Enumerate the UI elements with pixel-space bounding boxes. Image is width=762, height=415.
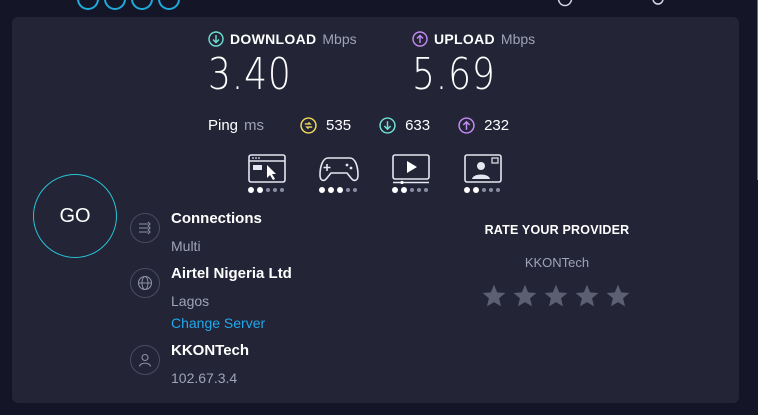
star-icon[interactable] bbox=[512, 283, 538, 309]
rating-dot bbox=[401, 187, 407, 193]
web-browsing-icon bbox=[248, 154, 286, 183]
server-location: Lagos bbox=[171, 293, 210, 309]
client-isp: KKONTech bbox=[171, 342, 250, 359]
go-button[interactable]: GO bbox=[33, 174, 117, 258]
ping-unit: ms bbox=[244, 117, 265, 134]
star-icon[interactable] bbox=[574, 283, 600, 309]
ping-label: Ping bbox=[208, 117, 239, 134]
speedtest-card: DOWNLOAD Mbps 3.40 UPLOAD Mbps 5.69 Ping… bbox=[12, 17, 739, 403]
rate-provider-isp: KKONTech bbox=[524, 255, 590, 270]
connections-title: Connections bbox=[171, 210, 262, 227]
upload-unit: Mbps bbox=[500, 31, 536, 47]
top-bar bbox=[0, 0, 762, 16]
client-ip: 102.67.3.4 bbox=[171, 370, 238, 386]
rating-dot bbox=[392, 187, 398, 193]
download-latency-value: 633 bbox=[405, 117, 431, 134]
upload-arrow-icon bbox=[412, 31, 428, 47]
star-rating bbox=[481, 283, 631, 309]
app-rating-dots bbox=[392, 187, 428, 193]
app-rating-video-chat[interactable] bbox=[464, 154, 504, 193]
globe-icon bbox=[130, 268, 160, 298]
rating-dot bbox=[464, 187, 470, 193]
rating-dot bbox=[353, 188, 357, 192]
rating-dot bbox=[489, 188, 493, 192]
star-icon[interactable] bbox=[605, 283, 631, 309]
rating-dot bbox=[280, 188, 284, 192]
app-rating-web[interactable] bbox=[248, 154, 288, 193]
connections-mode: Multi bbox=[171, 238, 201, 254]
video-chat-icon bbox=[464, 154, 502, 183]
download-unit: Mbps bbox=[322, 31, 357, 47]
download-latency-icon bbox=[379, 117, 396, 134]
download-arrow-icon bbox=[208, 31, 224, 47]
results-icon[interactable] bbox=[557, 0, 573, 7]
nav-circle-icon[interactable] bbox=[104, 0, 126, 10]
rating-dot bbox=[496, 188, 500, 192]
download-value: 3.40 bbox=[208, 49, 292, 100]
rating-dot bbox=[273, 188, 277, 192]
idle-latency-icon bbox=[300, 117, 317, 134]
upload-label: UPLOAD bbox=[434, 31, 495, 47]
app-rating-gaming[interactable] bbox=[319, 154, 359, 193]
rating-dot bbox=[257, 187, 263, 193]
app-rating-dots bbox=[319, 187, 357, 193]
idle-latency-value: 535 bbox=[326, 117, 352, 134]
rating-dot bbox=[248, 187, 254, 193]
star-icon[interactable] bbox=[481, 283, 507, 309]
user-icon bbox=[130, 345, 160, 375]
nav-circle-icon[interactable] bbox=[77, 0, 99, 10]
upload-value: 5.69 bbox=[412, 49, 496, 100]
rating-dot bbox=[473, 187, 479, 193]
server-name: Airtel Nigeria Ltd bbox=[171, 265, 292, 282]
window-edge bbox=[758, 0, 762, 415]
app-rating-dots bbox=[464, 187, 500, 193]
upload-result: UPLOAD Mbps 5.69 bbox=[412, 31, 535, 100]
rating-dot bbox=[417, 188, 421, 192]
download-label: DOWNLOAD bbox=[230, 31, 317, 47]
app-rating-streaming[interactable] bbox=[392, 154, 432, 193]
upload-latency-value: 232 bbox=[484, 117, 510, 134]
connections-icon[interactable] bbox=[130, 213, 160, 243]
rating-dot bbox=[319, 187, 325, 193]
rating-dot bbox=[346, 188, 350, 192]
gaming-icon bbox=[319, 157, 359, 182]
rating-dot bbox=[410, 188, 414, 192]
upload-latency-icon bbox=[458, 117, 475, 134]
rating-dot bbox=[266, 188, 270, 192]
ping-row: Ping ms 535 633 232 bbox=[208, 117, 537, 134]
rating-dot bbox=[424, 188, 428, 192]
rating-dot bbox=[337, 187, 343, 193]
rate-provider: RATE YOUR PROVIDER KKONTech bbox=[452, 223, 662, 307]
gear-icon[interactable] bbox=[650, 0, 666, 7]
scrollbar-edge bbox=[757, 0, 758, 180]
download-result: DOWNLOAD Mbps 3.40 bbox=[208, 31, 357, 100]
video-streaming-icon bbox=[392, 154, 430, 185]
rating-dot bbox=[328, 187, 334, 193]
nav-circle-icon[interactable] bbox=[158, 0, 180, 10]
rate-provider-title: RATE YOUR PROVIDER bbox=[484, 223, 630, 237]
app-rating-dots bbox=[248, 187, 284, 193]
nav-circle-icon[interactable] bbox=[131, 0, 153, 10]
star-icon[interactable] bbox=[543, 283, 569, 309]
change-server-link[interactable]: Change Server bbox=[171, 315, 265, 331]
rating-dot bbox=[482, 188, 486, 192]
